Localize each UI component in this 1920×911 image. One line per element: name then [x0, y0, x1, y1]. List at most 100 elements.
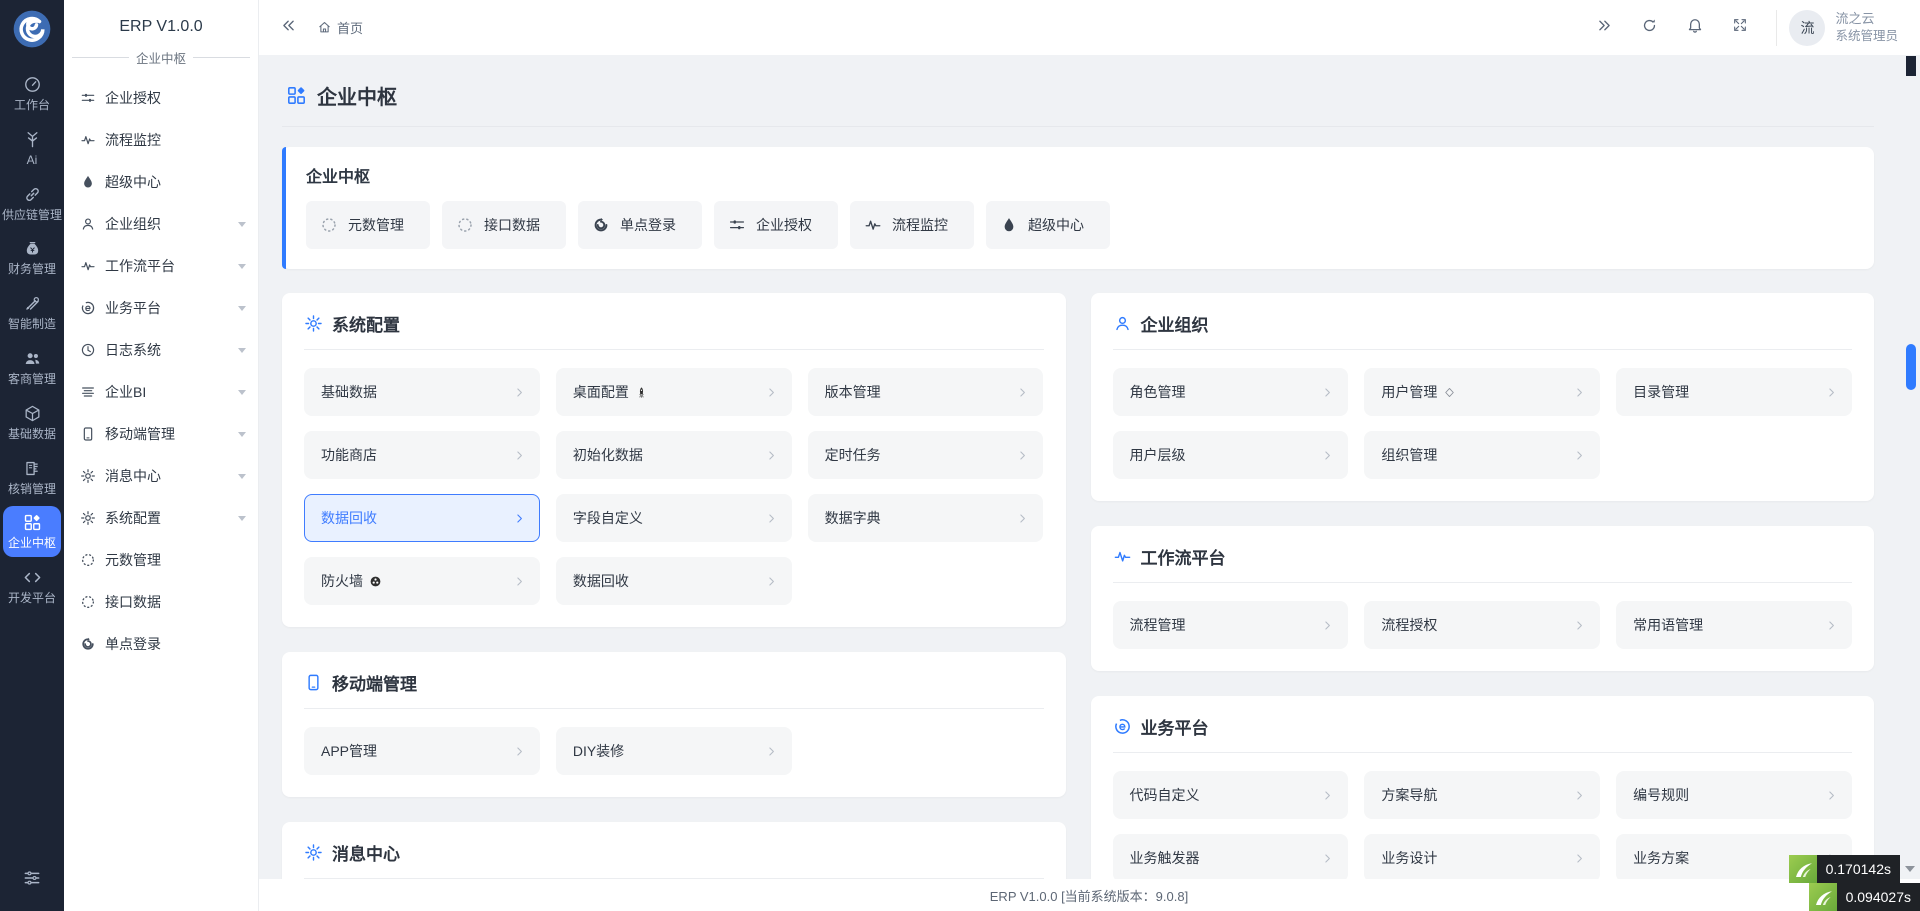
sidebar-menu-item[interactable]: 企业BI [64, 371, 258, 413]
sidebar-menu-item[interactable]: 超级中心 [64, 161, 258, 203]
thinkphp-leaf-icon[interactable] [1808, 883, 1837, 911]
caret-down-icon [238, 515, 246, 521]
feature-tile[interactable]: 角色管理 [1112, 368, 1349, 416]
feature-tile[interactable]: APP管理 [304, 727, 540, 775]
dotted-circle-icon [80, 594, 96, 610]
sidebar-menu-item[interactable]: 移动端管理 [64, 413, 258, 455]
sidebar-menu-item[interactable]: 单点登录 [64, 623, 258, 665]
sidebar-menu-item[interactable]: 系统配置 [64, 497, 258, 539]
feature-tile[interactable]: 业务触发器 [1112, 834, 1349, 879]
section-card-header: 移动端管理 [304, 670, 1044, 709]
sidebar-menu-item[interactable]: 接口数据 [64, 581, 258, 623]
rail-item[interactable]: 工作台 [3, 68, 61, 119]
quick-link-button[interactable]: 企业授权 [714, 201, 838, 249]
rail-item[interactable]: 基础数据 [3, 397, 61, 448]
chevron-right-icon [765, 449, 778, 462]
sso-swirl-icon [80, 636, 96, 652]
tile-grid: 角色管理 用户管理 目录管理用户层级 组织管理 [1112, 368, 1853, 479]
quick-link-button[interactable]: 元数管理 [306, 201, 430, 249]
caret-down-icon[interactable] [1905, 866, 1915, 872]
feature-tile[interactable]: 桌面配置 [555, 368, 792, 416]
biohazard-icon [369, 575, 382, 588]
feature-tile[interactable]: 初始化数据 [555, 431, 792, 479]
rail-items: 工作台 Ai 供应链管理财务管理智能制造客商管理基础数据核销管理 企业中枢开发平台 [0, 66, 64, 614]
expand-tabs-icon[interactable] [1596, 17, 1613, 39]
user-menu[interactable]: 流 流之云 系统管理员 [1776, 9, 1898, 46]
sidebar-menu-item[interactable]: 元数管理 [64, 539, 258, 581]
rail-item[interactable]: Ai [3, 123, 61, 174]
dashboard-icon [23, 75, 42, 94]
page-scrollbar[interactable] [1906, 56, 1916, 911]
rail-item-label: 智能制造 [7, 317, 56, 332]
dotted-circle-icon [80, 552, 96, 568]
feature-tile[interactable]: 功能商店 [304, 431, 540, 479]
feature-tile[interactable]: 组织管理 [1364, 431, 1601, 479]
divider [1776, 9, 1778, 46]
tile-grid: 基础数据 桌面配置 版本管理 功能商店 初始化数据 定时任务 数据回收 字段自定义 数据字典 防火… [304, 368, 1044, 605]
rail-item[interactable]: 智能制造 [3, 287, 61, 338]
dotted-circle-icon [456, 216, 474, 234]
feature-tile[interactable]: 基础数据 [304, 368, 540, 416]
rail-item-label: 开发平台 [7, 591, 56, 606]
thinkphp-leaf-icon[interactable] [1788, 855, 1817, 883]
sidebar-menu-item[interactable]: 日志系统 [64, 329, 258, 371]
rail-item-label: 供应链管理 [2, 207, 63, 222]
feature-tile[interactable]: 业务设计 [1364, 834, 1601, 879]
rail-item-label: 基础数据 [7, 426, 56, 441]
feature-tile[interactable]: 流程管理 [1112, 601, 1349, 649]
chevron-right-icon [1825, 789, 1838, 802]
feature-tile[interactable]: 定时任务 [807, 431, 1044, 479]
feature-tile[interactable]: 数据字典 [807, 494, 1044, 542]
feature-tile[interactable]: 方案导航 [1364, 771, 1601, 819]
sidebar-menu-item[interactable]: 企业组织 [64, 203, 258, 245]
section-card-header: 工作流平台 [1112, 544, 1852, 583]
rail-item[interactable]: 客商管理 [3, 342, 61, 393]
rail-item-label: Ai [26, 152, 38, 167]
rail-item[interactable]: 供应链管理 [2, 178, 63, 229]
quick-link-button[interactable]: 接口数据 [442, 201, 566, 249]
feature-tile[interactable]: 编号规则 [1616, 771, 1852, 819]
user-avatar[interactable]: 流 [1789, 9, 1826, 46]
breadcrumb-home-tab[interactable]: 首页 [317, 18, 363, 37]
sidebar-menu-item[interactable]: 消息中心 [64, 455, 258, 497]
feature-tile[interactable]: 用户层级 [1112, 431, 1349, 479]
rail-item[interactable]: 核销管理 [3, 452, 61, 503]
feature-tile[interactable]: 数据回收 [555, 557, 792, 605]
feature-tile[interactable]: 防火墙 [304, 557, 540, 605]
debug-row: 0.094027s [1808, 883, 1920, 911]
quick-link-button[interactable]: 超级中心 [986, 201, 1110, 249]
feature-tile[interactable]: 用户管理 [1364, 368, 1601, 416]
feature-tile[interactable]: 常用语管理 [1616, 601, 1852, 649]
rail-item[interactable]: 企业中枢 [3, 506, 61, 558]
sidebar-menu-item[interactable]: 业务平台 [64, 287, 258, 329]
section-card-title: 系统配置 [332, 316, 400, 335]
sidebar-menu-item[interactable]: 企业授权 [64, 77, 258, 119]
scrollbar-thumb[interactable] [1906, 344, 1916, 390]
sidebar-menu-item-label: 超级中心 [105, 174, 161, 190]
sidebar-menu-item[interactable]: 流程监控 [64, 119, 258, 161]
feature-tile-label: 编号规则 [1633, 787, 1690, 803]
notification-bell-icon[interactable] [1686, 16, 1704, 39]
rail-bottom-settings-button[interactable] [22, 868, 42, 893]
rail-item[interactable]: 财务管理 [3, 232, 61, 283]
app-logo[interactable] [12, 9, 52, 54]
refresh-icon[interactable] [1641, 17, 1658, 39]
chevron-right-icon [1321, 789, 1334, 802]
rail-item[interactable]: 开发平台 [3, 561, 61, 612]
fullscreen-icon[interactable] [1732, 17, 1748, 38]
feature-tile[interactable]: 版本管理 [807, 368, 1044, 416]
quick-link-button[interactable]: 流程监控 [850, 201, 974, 249]
quick-link-button[interactable]: 单点登录 [578, 201, 702, 249]
sidebar-menu-item[interactable]: 工作流平台 [64, 245, 258, 287]
feature-tile[interactable]: 目录管理 [1616, 368, 1852, 416]
feature-tile[interactable]: DIY装修 [555, 727, 792, 775]
feature-tile[interactable]: 数据回收 [304, 494, 540, 542]
feature-tile[interactable]: 字段自定义 [555, 494, 792, 542]
collapse-sidebar-icon[interactable] [280, 17, 297, 39]
app-rail: 工作台 Ai 供应链管理财务管理智能制造客商管理基础数据核销管理 企业中枢开发平台 [0, 0, 64, 911]
user-meta[interactable]: 流之云 系统管理员 [1835, 11, 1898, 44]
feature-tile[interactable]: 代码自定义 [1112, 771, 1349, 819]
sliders-icon [728, 216, 746, 234]
card-columns: 系统配置 基础数据 桌面配置 版本管理 功能商店 初始化数据 定时任务 数据回收 字段自定义 数据… [282, 293, 1874, 879]
feature-tile[interactable]: 流程授权 [1364, 601, 1601, 649]
